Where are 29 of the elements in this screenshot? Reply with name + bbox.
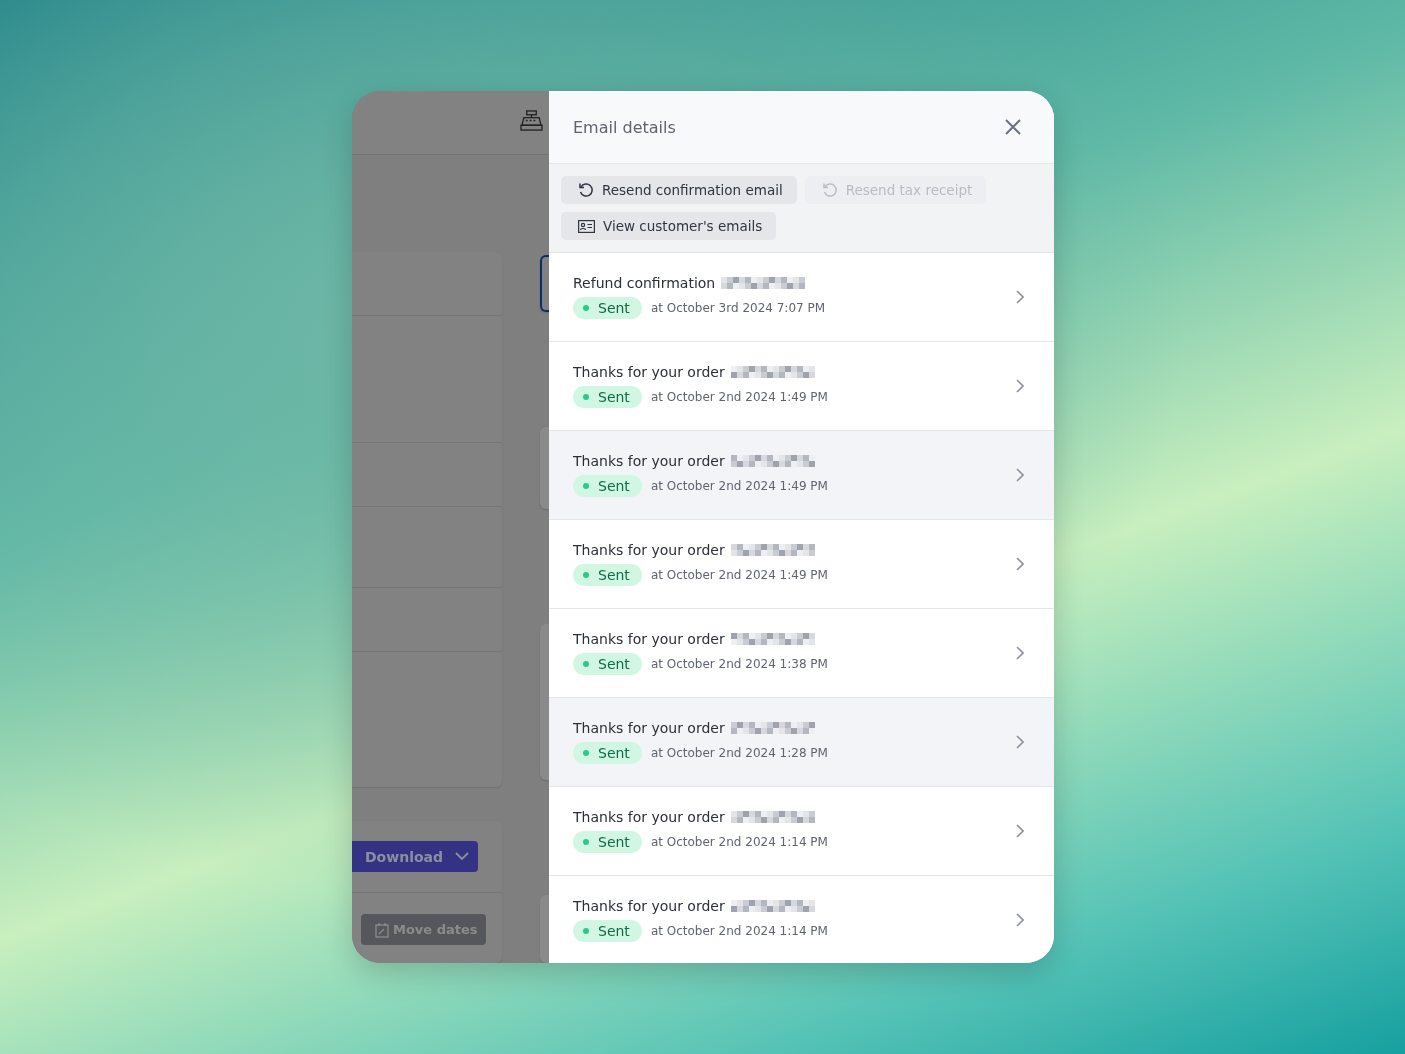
sent-time: at October 3rd 2024 7:07 PM xyxy=(650,301,826,315)
status-badge: Sent xyxy=(573,475,642,497)
sent-time: at October 2nd 2024 1:38 PM xyxy=(650,657,828,671)
status-badge: Sent xyxy=(573,920,642,942)
email-subject: Thanks for your order xyxy=(573,898,725,914)
email-subject: Thanks for your order xyxy=(573,453,725,469)
resend-button[interactable]: Resend confirmation email xyxy=(561,176,797,204)
email-subject: Thanks for your order xyxy=(573,364,725,380)
sent-time: at October 2nd 2024 1:14 PM xyxy=(650,924,828,938)
status-badge: Sent xyxy=(573,653,642,675)
email-row[interactable]: Thanks for your order Sent at October 2nd 2024 1:28 PM xyxy=(549,698,1054,787)
email-subject: Thanks for your order xyxy=(573,809,725,825)
status-badge: Sent xyxy=(573,297,642,319)
panel-title: Email details xyxy=(573,117,676,137)
sent-time: at October 2nd 2024 1:49 PM xyxy=(650,390,828,404)
status-badge: Sent xyxy=(573,564,642,586)
view-emails-button[interactable]: View customer's emails xyxy=(561,212,777,240)
email-subject: Thanks for your order xyxy=(573,720,725,736)
sent-time: at October 2nd 2024 1:49 PM xyxy=(650,479,828,493)
email-subject: Refund confirmation xyxy=(573,275,716,291)
status-badge: Sent xyxy=(573,742,642,764)
sent-time: at October 2nd 2024 1:14 PM xyxy=(650,835,828,849)
email-row[interactable]: Thanks for your order Sent at October 2nd 2024 1:49 PM xyxy=(549,431,1054,520)
status-badge: Sent xyxy=(573,831,642,853)
sent-time: at October 2nd 2024 1:49 PM xyxy=(650,568,828,582)
status-badge: Sent xyxy=(573,386,642,408)
email-subject: Thanks for your order xyxy=(573,631,725,647)
sent-time: at October 2nd 2024 1:28 PM xyxy=(650,746,828,760)
email-subject: Thanks for your order xyxy=(573,542,725,558)
